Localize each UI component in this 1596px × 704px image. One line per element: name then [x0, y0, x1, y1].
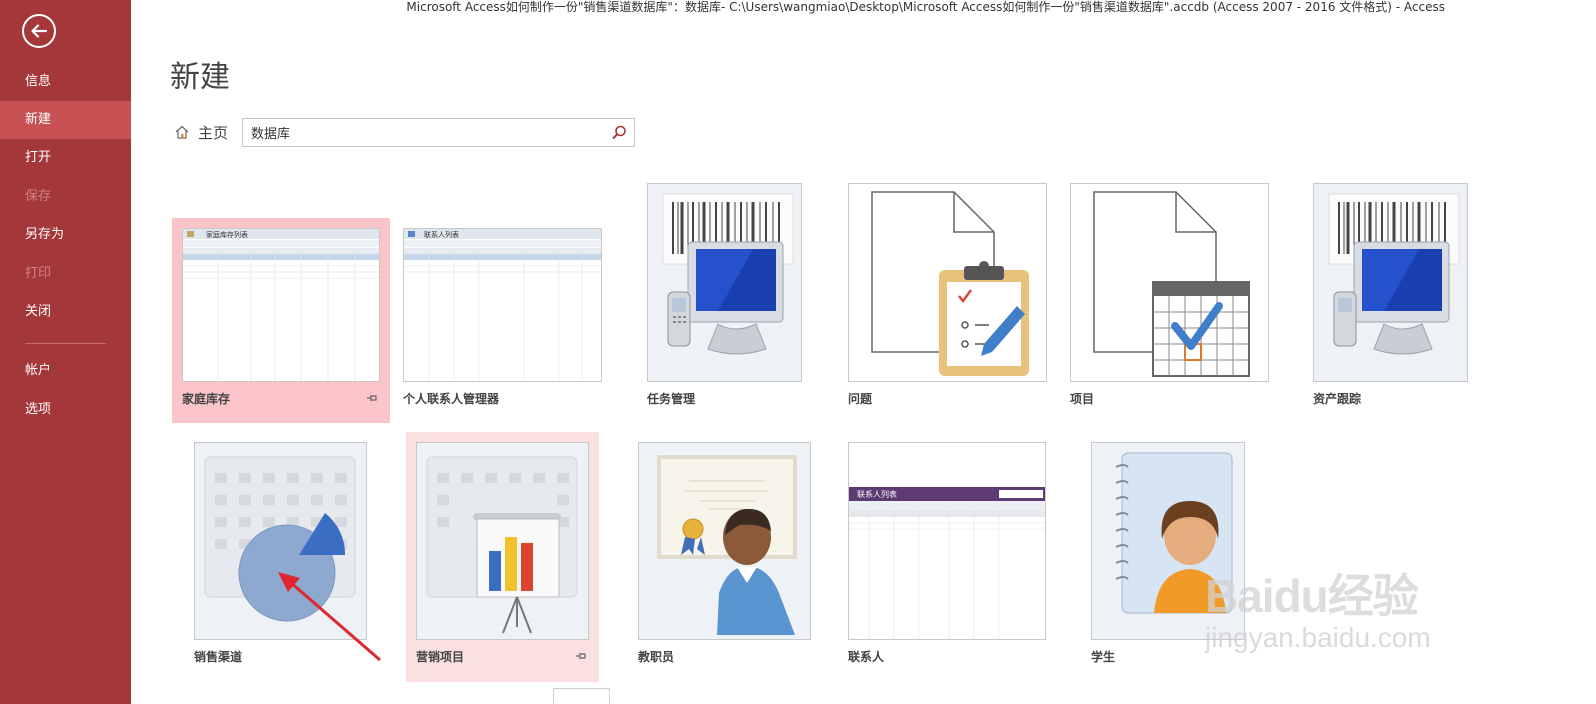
thumb-title: 联系人列表: [857, 489, 897, 499]
template-thumbnail: 家庭库存列表: [182, 228, 380, 382]
clipboard-icon: [939, 261, 1029, 376]
template-task-management[interactable]: 任务管理: [647, 183, 802, 413]
template-label: 学生: [1091, 650, 1116, 664]
template-label: 项目: [1070, 392, 1095, 406]
template-personal-contacts[interactable]: 联系人列表 个人联系人管理器: [403, 218, 603, 418]
template-contacts[interactable]: 联系人列表 联系人: [848, 442, 1047, 672]
nav-print: 打印: [25, 266, 52, 281]
nav-save-as[interactable]: 另存为: [0, 216, 131, 254]
nav-close[interactable]: 关闭: [0, 293, 131, 331]
nav-info[interactable]: 信息: [0, 63, 131, 101]
template-thumbnail: [194, 442, 367, 640]
template-thumbnail: 联系人列表: [848, 442, 1046, 640]
template-thumbnail: [848, 183, 1047, 382]
template-label: 家庭库存: [182, 392, 231, 406]
watermark-main: Baidu经验: [1205, 570, 1419, 622]
template-thumbnail: [647, 183, 802, 382]
monitor-icon: [687, 241, 784, 355]
nav-save: 保存: [25, 189, 52, 204]
presentation-board-icon: [473, 513, 561, 634]
template-home-inventory[interactable]: 家庭库存列表 家庭库存: [172, 218, 390, 423]
nav-new[interactable]: 新建: [0, 101, 131, 139]
home-label: 主页: [198, 123, 229, 142]
template-sales-pipeline[interactable]: 销售渠道: [194, 442, 368, 672]
pin-icon[interactable]: [575, 651, 587, 661]
template-faculty[interactable]: 教职员: [638, 442, 812, 672]
monitor-icon: [1353, 241, 1450, 355]
template-label: 营销项目: [416, 650, 465, 664]
template-thumbnail: 联系人列表: [403, 228, 602, 382]
search-icon[interactable]: [610, 124, 628, 142]
home-icon: [175, 125, 189, 139]
template-label: 资产跟踪: [1313, 392, 1362, 406]
search-input[interactable]: [243, 119, 603, 146]
template-label: 联系人: [848, 650, 885, 664]
thumb-title: 联系人列表: [424, 230, 459, 239]
scroll-tab: [553, 688, 610, 704]
template-label: 问题: [848, 392, 873, 406]
watermark-sub: jingyan.baidu.com: [1205, 622, 1431, 653]
template-thumbnail: [416, 442, 589, 640]
template-label: 教职员: [638, 650, 675, 664]
template-thumbnail: [1070, 183, 1269, 382]
pin-icon[interactable]: [366, 393, 378, 403]
access-backstage: 信息 新建 打开 保存 另存为 打印 关闭 帐户 选项 Microsoft Ac…: [0, 0, 1596, 704]
thumb-title: 家庭库存列表: [206, 230, 248, 239]
watermark: Baidu经验 jingyan.baidu.com: [1205, 560, 1525, 680]
nav-options[interactable]: 选项: [0, 391, 131, 429]
template-label: 销售渠道: [194, 650, 243, 664]
template-asset-tracking[interactable]: 资产跟踪: [1313, 183, 1468, 413]
template-issues[interactable]: 问题: [848, 183, 1047, 413]
template-search[interactable]: [242, 118, 635, 147]
page-title: 新建: [170, 60, 230, 95]
backstage-sidebar: 信息 新建 打开 保存 另存为 打印 关闭 帐户 选项: [0, 0, 131, 704]
back-arrow-icon: [31, 24, 48, 38]
nav-divider: [25, 343, 106, 344]
nav-account[interactable]: 帐户: [0, 352, 131, 390]
nav-open[interactable]: 打开: [0, 139, 131, 177]
template-thumbnail: [638, 442, 811, 640]
home-link[interactable]: 主页: [174, 122, 228, 142]
back-button[interactable]: [22, 14, 56, 48]
template-marketing-projects[interactable]: 营销项目: [406, 432, 599, 682]
phone-icon: [1333, 291, 1357, 347]
template-label: 个人联系人管理器: [403, 392, 500, 406]
template-projects[interactable]: 项目: [1070, 183, 1269, 413]
template-label: 任务管理: [647, 392, 696, 406]
calendar-icon: [1152, 281, 1250, 377]
template-thumbnail: [1313, 183, 1468, 382]
phone-icon: [667, 291, 691, 347]
window-title: Microsoft Access如何制作一份"销售渠道数据库"：数据库- C:\…: [406, 0, 1445, 14]
